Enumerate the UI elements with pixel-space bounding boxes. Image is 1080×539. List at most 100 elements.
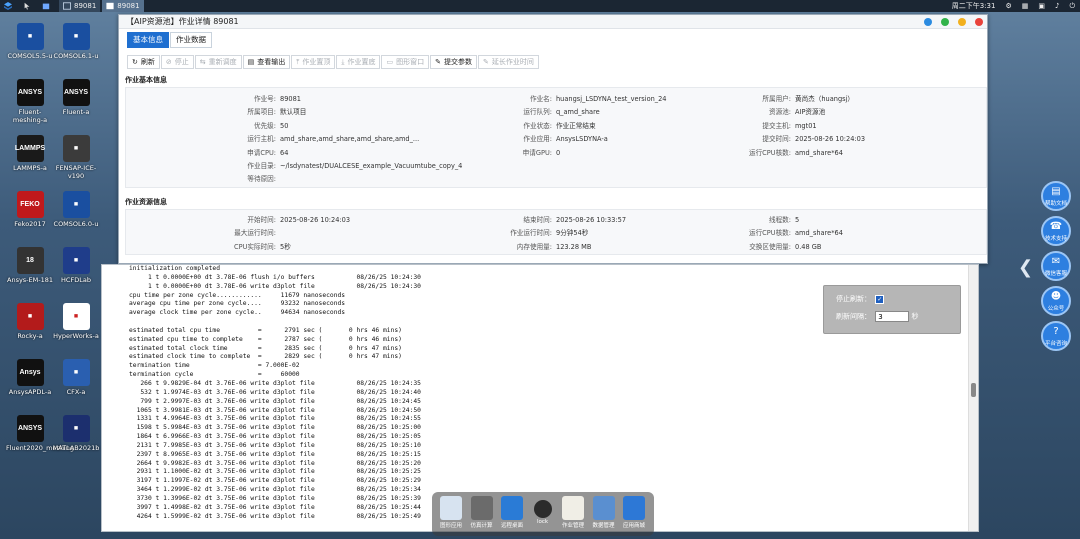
log-scrollbar[interactable] — [968, 265, 978, 531]
field-label: 作业名: — [529, 95, 552, 103]
service-button[interactable]: ▤ 帮助文档 — [1041, 181, 1071, 211]
field-label: 结束时间: — [523, 216, 552, 224]
tab-job-data[interactable]: 作业数据 — [170, 32, 212, 48]
extend-time-button[interactable]: ✎ 延长作业时间 — [477, 55, 539, 69]
app-icon: ANSYS — [16, 415, 44, 442]
output-icon: ▤ — [247, 58, 255, 66]
field-value: 0 — [556, 148, 561, 157]
app-icon: ■ — [62, 23, 90, 50]
desktop-icon[interactable]: ANSYS Fluent2020_meshing — [6, 415, 74, 452]
app-icon: ■ — [62, 359, 90, 386]
desktop-icon[interactable]: ANSYS Fluent-meshing-a — [6, 79, 54, 124]
window-close-button[interactable] — [975, 18, 983, 26]
log-scroll-thumb[interactable] — [971, 383, 976, 397]
window-pin-button[interactable] — [924, 18, 932, 26]
taskbar-task-2[interactable]: 89081 — [102, 0, 144, 12]
desktop-icon[interactable]: ■ FENSAP-ICE-v190 — [52, 135, 100, 180]
desktop-icon[interactable]: ANSYS Fluent-a — [52, 79, 100, 116]
desktop-icon-label: FENSAP-ICE-v190 — [55, 164, 97, 180]
bell-icon[interactable]: ♪ — [1050, 0, 1064, 12]
window-maximize-button[interactable] — [958, 18, 966, 26]
field-value: 123.28 MB — [556, 242, 592, 251]
service-icon: ▤ — [1051, 186, 1061, 197]
desktop-icon[interactable]: ■ HyperWorks-a — [52, 303, 100, 340]
desktop-icon-label: HCFDLab — [61, 276, 91, 284]
refresh-interval-label: 刷新间隔： — [836, 312, 871, 321]
window-titlebar[interactable]: 【AIP资源池】作业详情 89081 — [119, 15, 987, 29]
refresh-interval-input[interactable] — [875, 311, 910, 322]
desktop-icon[interactable]: Ansys AnsysAPDL-a — [6, 359, 54, 396]
job-top-button[interactable]: ⤒ 作业置顶 — [291, 55, 336, 69]
dock-item[interactable]: 应用商城 — [621, 496, 647, 529]
field-value: amd_share*64 — [795, 229, 843, 238]
service-icon: ? — [1053, 326, 1059, 337]
clock: 周二下午3:31 — [951, 2, 996, 10]
grid-icon[interactable]: ▦ — [1017, 0, 1034, 12]
service-button[interactable]: ☻ 公众号 — [1041, 286, 1071, 316]
app-icon: 18 — [16, 247, 44, 274]
stop-refresh-checkbox[interactable]: ✓ — [875, 295, 885, 304]
info-field: 交换区使用量: 0.48 GB — [731, 241, 821, 251]
desktop-icon[interactable]: LAMMPS LAMMPS-a — [6, 135, 54, 172]
app-icon: ■ — [62, 415, 90, 442]
info-field: 所属项目: 默认项目 — [216, 106, 306, 116]
desktop-icon-label: MATLAB2021b — [52, 444, 100, 452]
reschedule-button[interactable]: ⇆ 重新调度 — [194, 55, 242, 69]
stop-button[interactable]: ⊘ 停止 — [160, 55, 194, 69]
desktop-icon[interactable]: ■ HCFDLab — [52, 247, 100, 284]
desktop-toggle-button[interactable] — [19, 0, 38, 12]
top-taskbar: 89081 89081 周二下午3:31 ⚙ ▦ ▣ ♪ ⏻ — [0, 0, 1080, 12]
desktop-icon[interactable]: ■ COMSOL6.0-u — [52, 191, 100, 228]
power-icon[interactable]: ⏻ — [1064, 0, 1080, 12]
auto-refresh-panel: 停止刷新： ✓ 刷新间隔： 秒 — [823, 285, 961, 334]
system-tray: 周二下午3:31 ⚙ ▦ ▣ ♪ ⏻ — [947, 0, 1080, 12]
desktop-icon[interactable]: ■ COMSOL6.1-u — [52, 23, 100, 60]
refresh-interval-unit: 秒 — [911, 312, 919, 321]
info-field: 线程数: 5 — [731, 214, 799, 224]
desktop-icon[interactable]: ■ MATLAB2021b — [52, 415, 100, 452]
info-field: 最大运行时间: — [216, 227, 280, 237]
service-icon: ☻ — [1050, 291, 1062, 302]
dock-item[interactable]: 数据管理 — [591, 496, 617, 529]
taskbar-task-1[interactable]: 89081 — [59, 0, 101, 12]
basic-info-panel: 作业号: 89081 所属项目: 默认项目 优先级: 50 运行主机: amd_share,a… — [125, 87, 987, 188]
window-minimize-button[interactable] — [941, 18, 949, 26]
stop-refresh-row: 停止刷新： ✓ — [836, 294, 885, 304]
service-button[interactable]: ? 平台咨询 — [1041, 321, 1071, 351]
desktop-icon[interactable]: FEKO Feko2017 — [6, 191, 54, 228]
field-label: 作业运行时间: — [510, 229, 552, 238]
settings-icon[interactable]: ⚙ — [1000, 0, 1016, 12]
files-button[interactable] — [38, 0, 57, 12]
refresh-button[interactable]: ↻ 刷新 — [127, 55, 160, 69]
service-button[interactable]: ✉ 微信客服 — [1041, 251, 1071, 281]
stop-refresh-label: 停止刷新： — [836, 295, 871, 303]
dashboard-icon[interactable]: ▣ — [1033, 0, 1050, 12]
view-output-button[interactable]: ▤ 查看输出 — [242, 55, 291, 69]
tab-bar: 基本信息 作业数据 — [127, 32, 213, 48]
graphics-window-button[interactable]: ▭ 图形窗口 — [381, 55, 430, 69]
collapse-chevron-icon[interactable]: ❮ — [1018, 257, 1033, 278]
app-icon: ■ — [62, 247, 90, 274]
desktop-icon[interactable]: ■ CFX-a — [52, 359, 100, 396]
desktop-icon[interactable]: 18 Ansys-EM-181 — [6, 247, 54, 284]
desktop-icon[interactable]: ■ Rocky-a — [6, 303, 54, 340]
field-label: 申请CPU: — [247, 148, 276, 157]
service-button[interactable]: ☎ 技术支持 — [1041, 216, 1071, 246]
field-value: 2025-08-26 10:24:03 — [280, 216, 351, 224]
dock-item[interactable]: 图形应用 — [438, 496, 464, 529]
job-bottom-button[interactable]: ⤓ 作业置底 — [336, 55, 381, 69]
info-field: 作业号: 89081 — [216, 93, 301, 103]
dock-item[interactable]: 仿真计算 — [469, 496, 495, 529]
submit-params-button[interactable]: ✎ 提交参数 — [430, 55, 477, 69]
dock-item[interactable]: lock — [530, 496, 556, 525]
toolbar: ↻ 刷新 ⊘ 停止 ⇆ 重新调度 ▤ 查看输出 ⤒ 作业置顶 ⤓ 作业置底 ▭ 图形窗口 ✎ 提… — [127, 55, 540, 69]
dock-item[interactable]: 远程桌面 — [499, 496, 525, 529]
field-value: 作业正常结束 — [556, 121, 596, 130]
dock-item[interactable]: 作业管理 — [560, 496, 586, 529]
start-menu-button[interactable] — [0, 0, 19, 12]
dock-label: 数据管理 — [592, 523, 615, 529]
info-field: 作业运行时间: 9分钟54秒 — [492, 227, 588, 237]
service-icon: ☎ — [1049, 221, 1063, 232]
tab-basic-info[interactable]: 基本信息 — [127, 32, 169, 48]
desktop-icon[interactable]: ■ COMSOL5.5-u — [6, 23, 54, 60]
